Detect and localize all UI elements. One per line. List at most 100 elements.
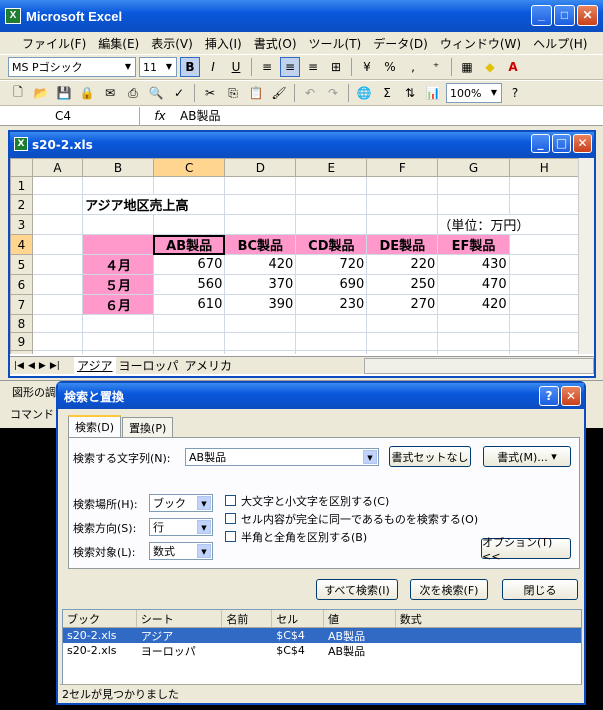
row-header[interactable]: 4 [10, 234, 33, 255]
column-name[interactable]: 名前 [222, 610, 273, 627]
row-header[interactable]: 7 [10, 294, 33, 315]
row-header[interactable]: 2 [10, 194, 33, 215]
close-button[interactable]: ✕ [577, 5, 598, 26]
menu-window[interactable]: ウィンドウ(W) [434, 35, 527, 52]
no-format-button[interactable]: 書式セットなし [389, 446, 471, 467]
value-cell[interactable]: 270 [366, 294, 439, 315]
active-cell-c4[interactable]: AB製品 [152, 234, 226, 255]
value-cell[interactable]: 420 [224, 254, 297, 275]
drawing-toolbar-label[interactable]: 図形の調 [12, 384, 56, 400]
search-direction-select[interactable]: 行 ▼ [149, 518, 213, 536]
borders-icon[interactable]: ▦ [457, 57, 477, 77]
font-color-icon[interactable]: A [503, 57, 523, 77]
select-all-corner[interactable] [10, 158, 33, 177]
print-icon[interactable]: ⎙ [123, 83, 143, 103]
spreadsheet-grid[interactable]: A B C D E F G H 1 2 アジア地区売上高 3 （単位：万円） 4 A… [10, 158, 580, 354]
open-icon[interactable]: 📂 [31, 83, 51, 103]
save-icon[interactable]: 💾 [54, 83, 74, 103]
column-header-e[interactable]: E [295, 158, 368, 177]
undo-icon[interactable]: ↶ [300, 83, 320, 103]
align-center-icon[interactable]: ≡ [280, 57, 300, 77]
increase-decimal-icon[interactable]: ⁺ [426, 57, 446, 77]
column-formula[interactable]: 数式 [396, 610, 581, 627]
redo-icon[interactable]: ↷ [323, 83, 343, 103]
print-preview-icon[interactable]: 🔍 [146, 83, 166, 103]
row-header[interactable]: 8 [10, 314, 33, 333]
menu-file[interactable]: ファイル(F) [16, 35, 92, 52]
value-cell[interactable]: 390 [224, 294, 297, 315]
vertical-scrollbar[interactable] [578, 158, 594, 354]
find-all-button[interactable]: すべて検索(I) [316, 579, 398, 600]
align-left-icon[interactable]: ≡ [257, 57, 277, 77]
percent-icon[interactable]: % [380, 57, 400, 77]
italic-button[interactable]: I [203, 57, 223, 77]
new-icon[interactable]: 🗋 [8, 83, 28, 103]
paste-icon[interactable]: 📋 [246, 83, 266, 103]
maximize-button[interactable]: □ [554, 5, 575, 26]
sort-ascending-icon[interactable]: ⇅ [400, 83, 420, 103]
formula-input[interactable]: AB製品 [180, 107, 220, 124]
menu-tools[interactable]: ツール(T) [303, 35, 368, 52]
menu-view[interactable]: 表示(V) [145, 35, 199, 52]
value-cell[interactable]: 250 [366, 274, 439, 295]
fx-icon[interactable]: fx [140, 109, 180, 123]
header-cell[interactable]: BC製品 [224, 234, 297, 255]
column-header-c[interactable]: C [152, 158, 226, 177]
value-cell[interactable]: 670 [152, 254, 226, 275]
tab-replace[interactable]: 置換(P) [122, 417, 174, 437]
zoom-select[interactable]: 100% ▼ [446, 83, 502, 103]
value-cell[interactable]: 610 [152, 294, 226, 315]
within-select[interactable]: ブック ▼ [149, 494, 213, 512]
find-next-button[interactable]: 次を検索(F) [410, 579, 488, 600]
email-icon[interactable]: ✉ [100, 83, 120, 103]
column-sheet[interactable]: シート [137, 610, 223, 627]
result-row[interactable]: s20-2.xls アジア $C$4 AB製品 [63, 628, 581, 643]
menu-help[interactable]: ヘルプ(H) [527, 35, 593, 52]
column-header-g[interactable]: G [437, 158, 510, 177]
font-select[interactable]: MS Pゴシック ▼ [8, 57, 136, 77]
tab-america[interactable]: アメリカ [182, 357, 235, 374]
column-header-f[interactable]: F [366, 158, 439, 177]
row-header[interactable]: 3 [10, 214, 33, 235]
result-row[interactable]: s20-2.xls ヨーロッパ $C$4 AB製品 [63, 643, 581, 658]
options-button[interactable]: オプション(T) << [481, 536, 571, 563]
minimize-button[interactable]: _ [531, 5, 552, 26]
sheet-title-cell[interactable]: アジア地区売上高 [82, 194, 226, 215]
column-cell[interactable]: セル [272, 610, 325, 627]
menu-insert[interactable]: 挿入(I) [199, 35, 248, 52]
look-in-select[interactable]: 数式 ▼ [149, 542, 213, 560]
row-header[interactable]: 9 [10, 332, 33, 351]
close-button[interactable]: ✕ [561, 386, 581, 406]
unit-cell[interactable]: （単位：万円） [437, 214, 580, 235]
tab-navigation[interactable]: |◀ ◀ ▶ ▶| [10, 361, 74, 371]
value-cell[interactable]: 690 [295, 274, 368, 295]
match-width-checkbox[interactable] [225, 531, 236, 542]
menu-format[interactable]: 書式(O) [248, 35, 303, 52]
currency-icon[interactable]: ¥ [357, 57, 377, 77]
fill-color-icon[interactable]: ◆ [480, 57, 500, 77]
row-header[interactable]: 6 [10, 274, 33, 295]
value-cell[interactable]: 720 [295, 254, 368, 275]
value-cell[interactable]: 370 [224, 274, 297, 295]
value-cell[interactable]: 470 [437, 274, 510, 295]
close-button[interactable]: ✕ [573, 134, 592, 153]
help-button[interactable]: ? [539, 386, 559, 406]
column-header-b[interactable]: B [82, 158, 154, 177]
column-book[interactable]: ブック [63, 610, 137, 627]
header-cell[interactable]: DE製品 [366, 234, 439, 255]
header-cell[interactable]: CD製品 [295, 234, 368, 255]
column-header-d[interactable]: D [224, 158, 297, 177]
value-cell[interactable]: 560 [152, 274, 226, 295]
menu-edit[interactable]: 編集(E) [92, 35, 145, 52]
value-cell[interactable]: 420 [437, 294, 510, 315]
month-cell[interactable]: ５月 [82, 274, 154, 295]
permission-icon[interactable]: 🔒 [77, 83, 97, 103]
value-cell[interactable]: 230 [295, 294, 368, 315]
menu-data[interactable]: データ(D) [367, 35, 434, 52]
month-cell[interactable]: ６月 [82, 294, 154, 315]
row-header[interactable]: 5 [10, 254, 33, 275]
format-button[interactable]: 書式(M)... ▾ [483, 446, 571, 467]
column-value[interactable]: 値 [324, 610, 396, 627]
copy-icon[interactable]: ⎘ [223, 83, 243, 103]
match-entire-cell-checkbox[interactable] [225, 513, 236, 524]
